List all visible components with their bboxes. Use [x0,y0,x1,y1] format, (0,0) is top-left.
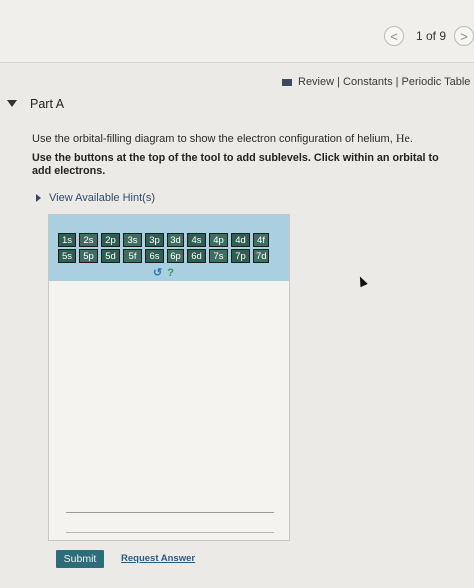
element-symbol: He [395,131,410,145]
help-icon[interactable]: ? [167,267,174,279]
reset-icon[interactable]: ↺ [153,267,162,279]
caret-down-icon[interactable] [7,100,17,107]
sublevel-button-4s[interactable]: 4s [187,233,206,247]
sublevel-button-6p[interactable]: 6p [167,249,184,263]
sublevel-button-2p[interactable]: 2p [101,233,120,247]
tool-icons: ↺? [153,266,174,279]
sublevel-button-5p[interactable]: 5p [79,249,98,263]
sublevel-button-5s[interactable]: 5s [58,249,76,263]
page-indicator: 1 of 9 [416,29,447,43]
top-bar: < 1 of 9 > [0,0,474,63]
resource-links[interactable]: Review | Constants | Periodic Table [282,76,470,88]
sublevel-button-5d[interactable]: 5d [101,249,120,263]
sublevel-button-4p[interactable]: 4p [209,233,228,247]
instruction-bold: Use the buttons at the top of the tool t… [32,152,439,177]
caret-right-icon [36,194,41,203]
chevron-left-icon[interactable]: < [384,26,404,46]
mouse-cursor-icon [356,274,368,288]
divider [66,512,274,513]
sublevel-button-3p[interactable]: 3p [145,233,164,247]
sublevel-button-7d[interactable]: 7d [253,249,269,263]
sublevel-button-7s[interactable]: 7s [209,249,228,263]
sublevel-button-2s[interactable]: 2s [79,233,98,247]
sublevel-button-3s[interactable]: 3s [123,233,142,247]
part-title[interactable]: Part A [30,97,64,111]
submit-button[interactable]: Submit [56,550,104,568]
sublevel-toolbar: 1s 2s 2p 3s 3p 3d 4s 4p 4d 4f 5s 5p 5d 5f 6s 6p 6d 7s 7p 7… [49,215,289,281]
request-answer-link[interactable]: Request Answer [121,553,195,564]
sublevel-button-5f[interactable]: 5f [123,249,142,263]
orbital-diagram-tool[interactable]: 1s 2s 2p 3s 3p 3d 4s 4p 4d 4f 5s 5p 5d 5f 6s 6p 6d 7s 7p 7… [48,214,290,541]
view-hints-link[interactable]: View Available Hint(s) [36,192,155,204]
resource-links-text[interactable]: Review | Constants | Periodic Table [298,76,470,88]
sublevel-button-4d[interactable]: 4d [231,233,250,247]
sublevel-button-6d[interactable]: 6d [187,249,206,263]
instruction-prefix: Use the orbital-filling diagram to show … [32,133,396,145]
book-icon [282,78,292,86]
divider [66,532,274,533]
instruction-text: Use the orbital-filling diagram to show … [32,131,413,146]
sublevel-button-3d[interactable]: 3d [167,233,184,247]
sublevel-button-1s[interactable]: 1s [58,233,76,247]
sublevel-button-4f[interactable]: 4f [253,233,269,247]
instruction-suffix: . [409,133,413,145]
view-hints-label[interactable]: View Available Hint(s) [49,192,155,204]
chevron-right-icon[interactable]: > [454,26,474,46]
sublevel-button-7p[interactable]: 7p [231,249,250,263]
sublevel-button-6s[interactable]: 6s [145,249,164,263]
